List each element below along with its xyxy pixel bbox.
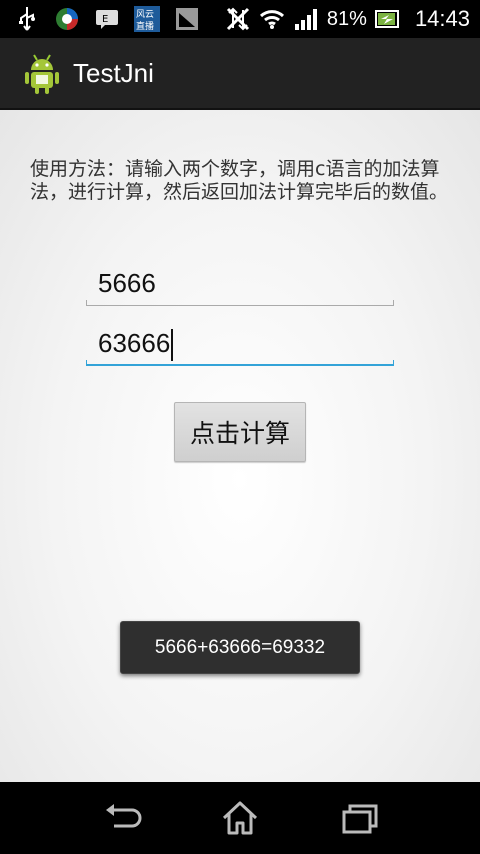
number-input-2-value: 63666 [98,328,174,362]
app-circle-icon [54,6,80,32]
battery-charging-icon [374,6,401,32]
input-underline [86,300,394,306]
notification-icons: E 风云 直播 [14,6,200,32]
message-icon: E [94,6,120,32]
android-icon[interactable] [24,52,60,96]
main-content: 使用方法：请输入两个数字，调用c语言的加法算法，进行计算，然后返回加法计算完毕后… [0,110,480,782]
system-status: 81% 14:43 [225,6,470,32]
number-input-2[interactable]: 63666 [86,324,394,366]
status-bar: E 风云 直播 81% 14:43 [0,0,480,38]
input-underline-focused [86,360,394,366]
result-toast: 5666+63666=69332 [120,621,360,674]
back-icon[interactable] [102,800,142,836]
calculate-button[interactable]: 点击计算 [174,402,306,462]
svg-text:直播: 直播 [136,20,154,32]
wifi-icon [259,6,285,32]
fengyun-app-icon: 风云 直播 [134,6,160,32]
usb-icon [14,6,40,32]
cell-signal-icon [293,6,319,32]
number-input-1-value: 5666 [98,268,156,298]
signal-app-icon [174,6,200,32]
recent-apps-icon[interactable] [340,800,380,836]
home-icon[interactable] [220,800,260,836]
navigation-bar [0,782,480,854]
svg-text:E: E [102,14,108,25]
text-cursor [171,329,174,362]
app-title: TestJni [73,58,154,88]
svg-text:风云: 风云 [136,9,154,20]
clock: 14:43 [414,6,470,31]
action-bar: TestJni [0,38,480,110]
no-data-icon [225,6,251,32]
usage-description: 使用方法：请输入两个数字，调用c语言的加法算法，进行计算，然后返回加法计算完毕后… [30,158,449,203]
battery-percent: 81% [326,7,367,30]
number-input-1[interactable]: 5666 [86,264,394,306]
